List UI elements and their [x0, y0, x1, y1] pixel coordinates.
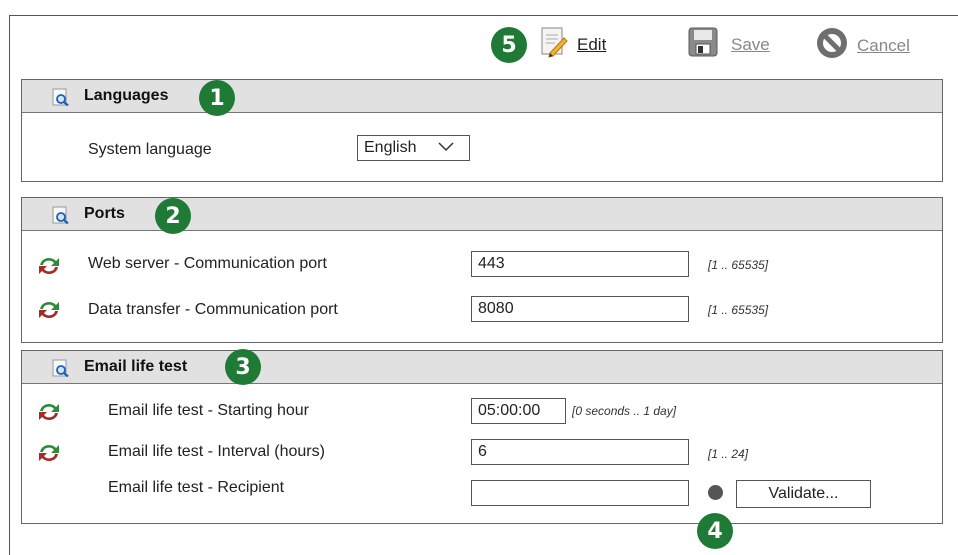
cancel-label: Cancel [857, 35, 910, 55]
refresh-icon[interactable] [37, 255, 61, 282]
callout-badge-4: 4 [697, 513, 733, 549]
cancel-button[interactable]: Cancel [815, 26, 910, 65]
callout-badge-3: 3 [225, 349, 261, 385]
chevron-down-icon [438, 139, 455, 157]
refresh-icon[interactable] [37, 401, 61, 428]
web-port-input[interactable]: 443 [471, 251, 689, 277]
system-language-label: System language [88, 141, 212, 158]
system-language-select[interactable]: English [357, 135, 470, 161]
system-language-value: English [364, 139, 417, 156]
email-life-test-header[interactable]: Email life test [22, 351, 942, 384]
magnifier-icon [52, 359, 70, 382]
data-port-label: Data transfer - Communication port [88, 301, 338, 318]
callout-badge-1: 1 [199, 80, 235, 116]
interval-range: [1 .. 24] [708, 447, 749, 461]
starting-hour-input[interactable]: 05:00:00 [471, 398, 566, 424]
refresh-icon[interactable] [37, 299, 61, 326]
cancel-icon [815, 26, 849, 65]
edit-icon [540, 26, 568, 63]
save-label: Save [731, 34, 770, 54]
languages-section: Languages System language English [21, 79, 943, 182]
edit-button[interactable]: Edit [540, 26, 606, 63]
interval-input[interactable]: 6 [471, 439, 689, 465]
data-port-range: [1 .. 65535] [708, 303, 769, 317]
ports-title: Ports [84, 205, 125, 222]
data-port-input[interactable]: 8080 [471, 296, 689, 322]
interval-label: Email life test - Interval (hours) [108, 443, 325, 460]
languages-header[interactable]: Languages [22, 80, 942, 113]
magnifier-icon [52, 206, 70, 229]
starting-hour-label: Email life test - Starting hour [108, 402, 309, 419]
magnifier-icon [52, 88, 70, 111]
web-port-label: Web server - Communication port [88, 255, 327, 272]
save-button[interactable]: Save [687, 26, 770, 63]
edit-label: Edit [577, 34, 607, 54]
starting-hour-range: [0 seconds .. 1 day] [572, 404, 677, 418]
validate-button[interactable]: Validate... [736, 480, 871, 508]
recipient-input[interactable] [471, 480, 689, 506]
web-port-range: [1 .. 65535] [708, 258, 769, 272]
callout-badge-2: 2 [155, 198, 191, 234]
email-life-test-section: Email life test Email life test - Starti… [21, 350, 943, 524]
callout-badge-5: 5 [491, 27, 527, 63]
recipient-label: Email life test - Recipient [108, 479, 285, 496]
languages-title: Languages [84, 87, 169, 104]
refresh-icon[interactable] [37, 442, 61, 469]
status-dot-icon [708, 485, 723, 500]
save-icon [687, 26, 719, 63]
email-life-test-title: Email life test [84, 358, 188, 375]
